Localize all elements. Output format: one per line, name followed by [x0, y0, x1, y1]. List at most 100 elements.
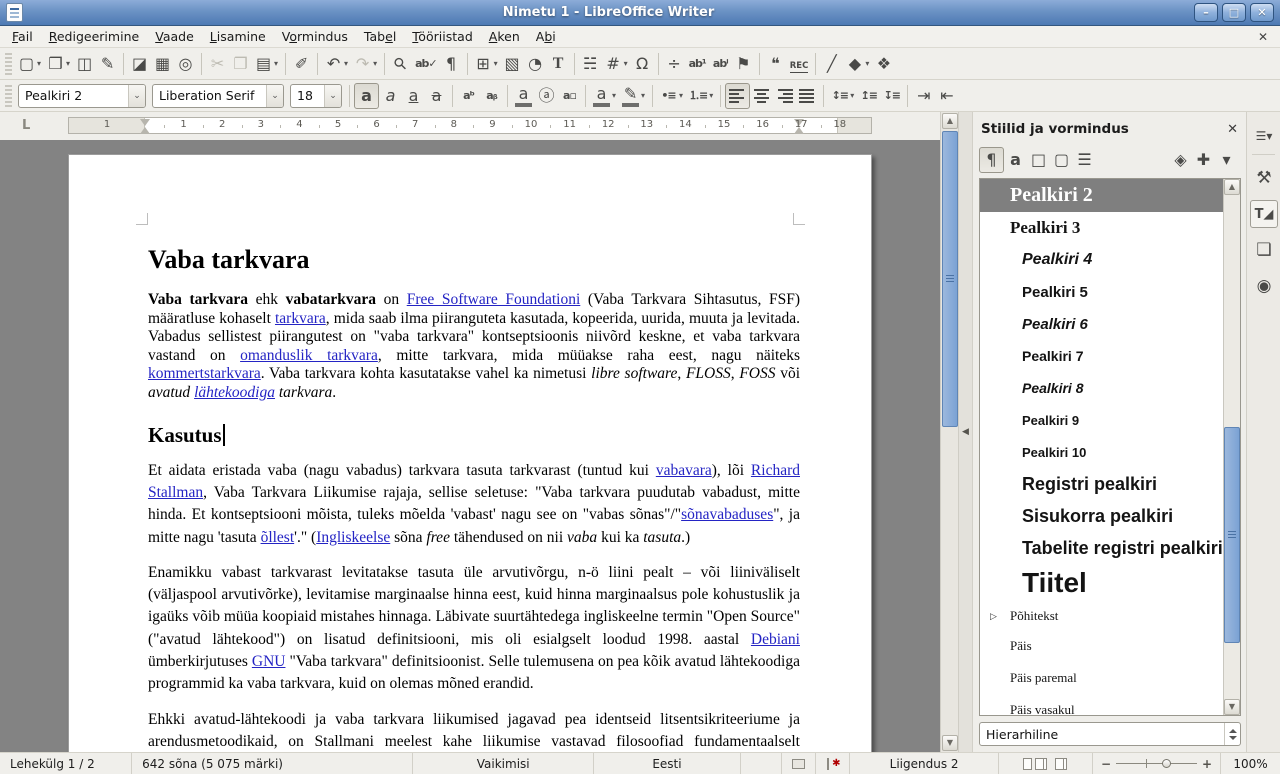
horizontal-ruler[interactable]: 1123456789101112131415161718: [68, 117, 872, 134]
text-outline-button[interactable]: ⓐ: [535, 83, 558, 109]
decrease-paragraph-spacing-button[interactable]: ↧≡: [880, 83, 903, 109]
paragraph-style-combobox[interactable]: Pealkiri 2 ⌄: [18, 84, 146, 108]
gallery-deck-icon[interactable]: ❏: [1250, 236, 1278, 264]
line-spacing-button[interactable]: ↕≡▾: [828, 83, 857, 109]
expand-triangle-icon[interactable]: ▷: [990, 611, 997, 622]
style-actions-menu-button[interactable]: ▾: [1215, 147, 1238, 173]
italic-button[interactable]: a: [379, 83, 402, 109]
print-preview-button[interactable]: ◎: [174, 51, 197, 77]
menu-redigeerimine[interactable]: Redigeerimine: [41, 27, 148, 46]
single-page-view-button[interactable]: [1023, 758, 1032, 770]
dropdown-arrow-icon[interactable]: ▾: [709, 91, 713, 100]
close-button[interactable]: ✕: [1250, 3, 1274, 22]
hyperlink[interactable]: õllest: [261, 529, 295, 546]
menu-aken[interactable]: Aken: [481, 27, 528, 46]
list-styles-button[interactable]: ☰: [1073, 147, 1096, 173]
zoom-in-button[interactable]: +: [1202, 757, 1212, 771]
sidebar-splitter[interactable]: ◀: [958, 112, 972, 752]
character-styles-button[interactable]: a: [1004, 147, 1027, 173]
style-item-tiitel[interactable]: Tiitel: [980, 564, 1240, 602]
character-effects-button[interactable]: a▫: [558, 83, 581, 109]
chevron-down-icon[interactable]: ⌄: [128, 85, 145, 107]
style-item-registri-pealkiri[interactable]: Registri pealkiri: [980, 468, 1240, 500]
document-modified-status[interactable]: ✱: [816, 753, 850, 774]
dropdown-arrow-icon[interactable]: ▾: [37, 59, 41, 68]
scroll-down-arrow[interactable]: ▼: [1224, 699, 1240, 715]
hyperlink[interactable]: tarkvara: [275, 310, 326, 327]
insert-footnote-button[interactable]: ab¹: [686, 51, 709, 77]
align-right-button[interactable]: [773, 83, 796, 109]
close-document-button[interactable]: ✕: [1258, 30, 1268, 44]
insert-field-button[interactable]: #▾: [602, 51, 631, 77]
dropdown-arrow-icon[interactable]: ▾: [641, 91, 645, 100]
outline-level-status[interactable]: Liigendus 2: [850, 753, 999, 774]
page-style-status[interactable]: Vaikimisi: [413, 753, 594, 774]
style-item-p-is-paremal[interactable]: Päis paremal: [980, 662, 1240, 694]
style-filter-combobox[interactable]: Hierarhiline: [979, 722, 1241, 746]
subscript-button[interactable]: aᵦ: [480, 83, 503, 109]
highlight-color-button[interactable]: ✎▾: [619, 83, 648, 109]
page-number-status[interactable]: Lehekülg 1 / 2: [0, 753, 132, 774]
gallery-button[interactable]: ❖: [872, 51, 895, 77]
panel-close-icon[interactable]: ✕: [1227, 122, 1238, 137]
align-justify-button[interactable]: [796, 83, 819, 109]
style-item-p-is-vasakul[interactable]: Päis vasakul: [980, 694, 1240, 716]
document-vertical-scrollbar[interactable]: ▲ ▼: [940, 112, 958, 752]
align-left-button[interactable]: [725, 83, 750, 109]
style-item-pealkiri-7[interactable]: Pealkiri 7: [980, 340, 1240, 372]
redo-button[interactable]: ↷▾: [351, 51, 380, 77]
undo-button[interactable]: ↶▾: [322, 51, 351, 77]
formatting-marks-button[interactable]: ¶: [440, 51, 463, 77]
style-item-pealkiri-5[interactable]: Pealkiri 5: [980, 276, 1240, 308]
chevron-down-icon[interactable]: ⌄: [266, 85, 283, 107]
bold-button[interactable]: a: [354, 83, 379, 109]
font-size-combobox[interactable]: 18 ⌄: [290, 84, 342, 108]
style-item-sisukorra-pealkiri[interactable]: Sisukorra pealkiri: [980, 500, 1240, 532]
strikethrough-button[interactable]: a: [425, 83, 448, 109]
zoom-percent-status[interactable]: 100%: [1221, 753, 1280, 774]
scroll-up-arrow[interactable]: ▲: [1224, 179, 1240, 195]
page-styles-button[interactable]: ▢: [1050, 147, 1073, 173]
scrollbar-thumb[interactable]: [1224, 427, 1240, 643]
sidebar-settings-icon[interactable]: ☰▾: [1250, 122, 1278, 150]
font-name-combobox[interactable]: Liberation Serif ⌄: [152, 84, 284, 108]
style-item-pealkiri-3[interactable]: Pealkiri 3: [980, 212, 1240, 244]
text-shadow-button[interactable]: a: [512, 83, 535, 109]
style-item-pealkiri-4[interactable]: Pealkiri 4: [980, 244, 1240, 276]
menu-abi[interactable]: Abi: [528, 27, 564, 46]
numbered-list-button[interactable]: ⒈≡▾: [686, 83, 716, 109]
style-item-p-is[interactable]: Päis: [980, 630, 1240, 662]
style-item-pealkiri-6[interactable]: Pealkiri 6: [980, 308, 1240, 340]
dropdown-arrow-icon[interactable]: ▾: [624, 59, 628, 68]
paste-button[interactable]: ▤▾: [252, 51, 281, 77]
style-item-pealkiri-9[interactable]: Pealkiri 9: [980, 404, 1240, 436]
find-replace-button[interactable]: ⚲: [389, 51, 412, 77]
paragraph-styles-button[interactable]: ¶: [979, 147, 1004, 173]
insert-endnote-button[interactable]: abⁱ: [709, 51, 732, 77]
insert-bookmark-button[interactable]: ⚑: [732, 51, 755, 77]
spellcheck-button[interactable]: ab✓: [412, 51, 440, 77]
basic-shapes-button[interactable]: ◆▾: [843, 51, 872, 77]
dropdown-arrow-icon[interactable]: ▾: [373, 59, 377, 68]
zoom-slider-knob[interactable]: [1162, 759, 1171, 768]
increase-indent-button[interactable]: ⇥: [912, 83, 935, 109]
style-item-pealkiri-2[interactable]: Pealkiri 2: [980, 179, 1240, 212]
maximize-button[interactable]: □: [1222, 3, 1246, 22]
dropdown-arrow-icon[interactable]: ▾: [679, 91, 683, 100]
scrollbar-thumb[interactable]: [942, 131, 958, 427]
cut-button[interactable]: ✂: [206, 51, 229, 77]
save-document-button[interactable]: ◫: [73, 51, 96, 77]
insert-horizontal-line-button[interactable]: ÷: [663, 51, 686, 77]
dropdown-arrow-icon[interactable]: ▾: [274, 59, 278, 68]
draw-line-button[interactable]: ╱: [820, 51, 843, 77]
menu-vormindus[interactable]: Vormindus: [274, 27, 356, 46]
menu-vaade[interactable]: Vaade: [147, 27, 202, 46]
new-document-button[interactable]: ▢▾: [15, 51, 44, 77]
open-document-button[interactable]: ❒▾: [44, 51, 73, 77]
decrease-indent-button[interactable]: ⇤: [935, 83, 958, 109]
copy-button[interactable]: ❐: [229, 51, 252, 77]
chevron-down-icon[interactable]: ⌄: [324, 85, 341, 107]
hyperlink[interactable]: vabavara: [656, 462, 712, 479]
menu-fail[interactable]: Fail: [4, 27, 41, 46]
properties-deck-icon[interactable]: ⚒: [1250, 164, 1278, 192]
